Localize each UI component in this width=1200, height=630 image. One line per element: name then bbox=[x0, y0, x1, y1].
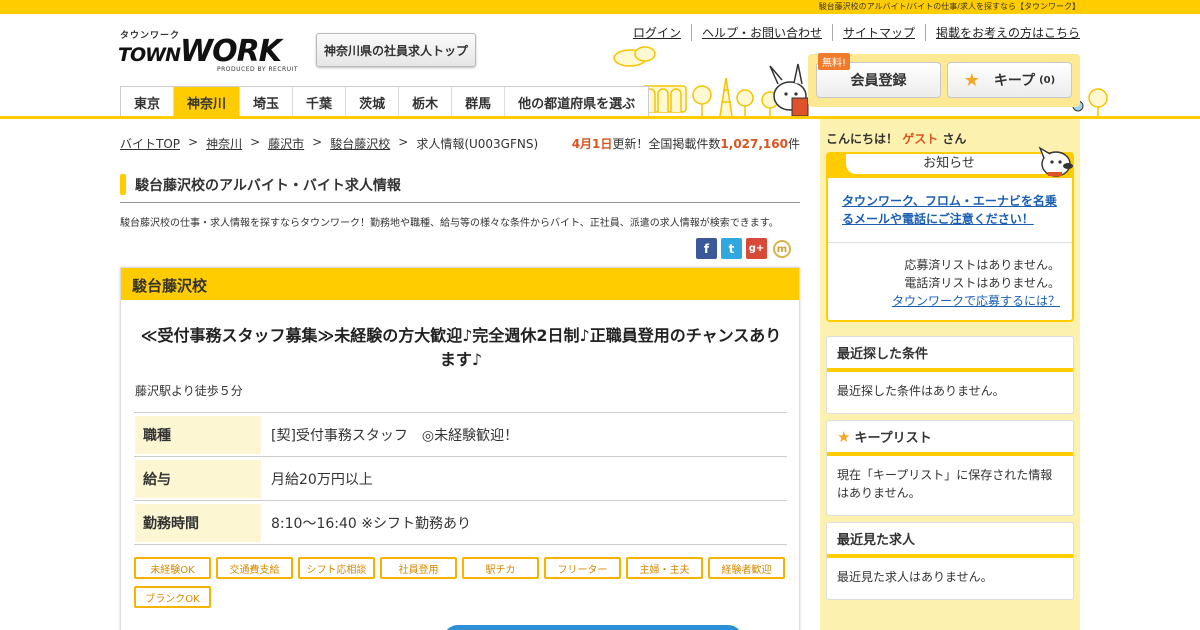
tag-badge: シフト応相談 bbox=[298, 557, 375, 579]
apply-button[interactable] bbox=[443, 625, 743, 630]
townwork-logo[interactable]: タウンワーク TOWNWORK PRODUCED BY RECRUIT bbox=[118, 28, 299, 76]
pref-company-top-button[interactable]: 神奈川県の社員求人トップ bbox=[316, 33, 476, 67]
update-info: 4月1日更新！全国掲載件数1,027,160件 bbox=[571, 137, 800, 151]
tag-badge: 社員登用 bbox=[380, 557, 457, 579]
heading-marker bbox=[120, 174, 126, 195]
keep-button[interactable]: ★ キープ (0) bbox=[947, 62, 1072, 98]
divider bbox=[828, 242, 1072, 243]
top-strip: 駿台藤沢校のアルバイト/バイトの仕事/求人を探すなら【タウンワーク】 bbox=[0, 0, 1200, 14]
keep-count: (0) bbox=[1039, 74, 1056, 86]
tag-badge: 主婦・主夫 bbox=[626, 557, 703, 579]
keep-list-header: ★ キープリスト bbox=[827, 421, 1073, 456]
breadcrumb-item[interactable]: バイトTOP bbox=[120, 135, 180, 152]
notice-link[interactable]: タウンワーク、フロム・エーナビを名乗るメールや電話にご注意ください！ bbox=[842, 192, 1066, 228]
advertise-link[interactable]: 掲載をお考えの方はこちら bbox=[924, 24, 1080, 41]
listing-count: 1,027,160 bbox=[720, 137, 788, 151]
table-row: 勤務時間 8:10～16:40 ※シフト勤務あり bbox=[134, 501, 787, 545]
page-heading: 駿台藤沢校のアルバイト・バイト求人情報 bbox=[120, 173, 800, 203]
breadcrumb-current: 求人情報(U003GFNS) bbox=[416, 137, 539, 151]
job-card-header: 駿台藤沢校 bbox=[121, 268, 799, 300]
guest-name: ゲスト bbox=[902, 132, 939, 146]
tab-gunma[interactable]: 群馬 bbox=[451, 87, 504, 117]
row-label: 職種 bbox=[135, 415, 261, 454]
job-tags: 未経験OK 交通費支給 シフト応相談 社員登用 駅チカ フリーター 主婦・主夫 … bbox=[134, 557, 794, 608]
tag-badge: フリーター bbox=[544, 557, 621, 579]
keep-list-body: 現在「キープリスト」に保存された情報はありません。 bbox=[837, 468, 1053, 500]
tab-ibaraki[interactable]: 茨城 bbox=[345, 87, 398, 117]
row-label: 給与 bbox=[135, 459, 261, 498]
breadcrumb-item[interactable]: 藤沢市 bbox=[268, 135, 304, 152]
tag-badge: 未経験OK bbox=[134, 557, 211, 579]
page-description: 駿台藤沢校の仕事・求人情報を探すならタウンワーク！勤務地や職種、給与等の様々な条… bbox=[120, 218, 779, 229]
star-icon: ★ bbox=[837, 427, 851, 446]
row-value: 8:10～16:40 ※シフト勤務あり bbox=[271, 515, 471, 532]
company-name[interactable]: 駿台藤沢校 bbox=[132, 275, 207, 296]
recent-search-box: 最近探した条件 最近探した条件はありません。 bbox=[826, 336, 1074, 414]
tab-other-prefectures[interactable]: 他の都道府県を選ぶ bbox=[504, 87, 648, 117]
job-title[interactable]: ≪受付事務スタッフ募集≫未経験の方大歓迎♪完全週休2日制♪正職員登用のチャンスあ… bbox=[135, 324, 787, 372]
tab-tokyo[interactable]: 東京 bbox=[121, 87, 173, 117]
applied-status: 応募済リストはありません。 bbox=[904, 258, 1060, 272]
recent-view-body: 最近見た求人はありません。 bbox=[837, 570, 993, 584]
row-value: [契]受付事務スタッフ ◎未経験歓迎！ bbox=[271, 427, 519, 444]
row-label: 勤務時間 bbox=[135, 503, 261, 542]
breadcrumb-item[interactable]: 神奈川 bbox=[206, 135, 242, 152]
greeting: こんにちは！ ゲスト さん bbox=[826, 132, 967, 146]
top-strip-text: 駿台藤沢校のアルバイト/バイトの仕事/求人を探すなら【タウンワーク】 bbox=[818, 2, 1080, 11]
notice-title: お知らせ bbox=[844, 154, 1054, 176]
recent-search-body: 最近探した条件はありません。 bbox=[837, 384, 1005, 398]
mascot-rabbit-icon bbox=[769, 63, 809, 117]
row-value: 月給20万円以上 bbox=[271, 471, 373, 488]
tab-saitama[interactable]: 埼玉 bbox=[239, 87, 292, 117]
free-badge: 無料! bbox=[818, 53, 851, 70]
tag-badge: 交通費支給 bbox=[216, 557, 293, 579]
tag-badge: ブランクOK bbox=[134, 586, 211, 608]
keep-label: キープ bbox=[993, 73, 1036, 89]
mascot-dog-icon bbox=[1038, 146, 1073, 177]
table-row: 給与 月給20万円以上 bbox=[134, 457, 787, 501]
login-link[interactable]: ログイン bbox=[623, 24, 691, 41]
recent-search-title: 最近探した条件 bbox=[827, 337, 1073, 372]
update-date: 4月1日 bbox=[571, 137, 613, 151]
star-icon: ★ bbox=[963, 69, 980, 91]
tag-badge: 経験者歓迎 bbox=[708, 557, 785, 579]
google-plus-icon[interactable]: g+ bbox=[746, 238, 767, 259]
logo-produced-by: PRODUCED BY RECRUIT bbox=[217, 66, 299, 73]
prefecture-tabs: 東京 神奈川 埼玉 千葉 茨城 栃木 群馬 他の都道府県を選ぶ bbox=[120, 86, 650, 117]
job-info-table: 職種 [契]受付事務スタッフ ◎未経験歓迎！ 給与 月給20万円以上 勤務時間 … bbox=[134, 412, 787, 545]
help-link[interactable]: ヘルプ・お問い合わせ bbox=[690, 24, 832, 41]
logo-wordmark: TOWNWORK bbox=[118, 34, 282, 69]
tab-tochigi[interactable]: 栃木 bbox=[398, 87, 451, 117]
utility-links: ログイン ヘルプ・お問い合わせ サイトマップ 掲載をお考えの方はこちら bbox=[623, 24, 1080, 41]
twitter-icon[interactable]: t bbox=[721, 238, 742, 259]
table-row: 職種 [契]受付事務スタッフ ◎未経験歓迎！ bbox=[134, 413, 787, 457]
called-status: 電話済リストはありません。 bbox=[904, 276, 1060, 290]
job-access: 藤沢駅より徒歩５分 bbox=[135, 384, 243, 398]
breadcrumb-item[interactable]: 駿台藤沢校 bbox=[330, 135, 390, 152]
tab-kanagawa[interactable]: 神奈川 bbox=[173, 87, 240, 117]
how-to-apply-link[interactable]: タウンワークで応募するには？ bbox=[892, 292, 1060, 310]
facebook-icon[interactable]: f bbox=[696, 238, 717, 259]
page-title: 駿台藤沢校のアルバイト・バイト求人情報 bbox=[135, 178, 401, 194]
sitemap-link[interactable]: サイトマップ bbox=[831, 24, 925, 41]
share-buttons: f t g+ m bbox=[696, 238, 791, 259]
recent-view-box: 最近見た求人 最近見た求人はありません。 bbox=[826, 522, 1074, 600]
notice-status: 応募済リストはありません。 電話済リストはありません。 タウンワークで応募するに… bbox=[892, 256, 1060, 310]
notice-box: お知らせ タウンワーク、フロム・エーナビを名乗るメールや電話にご注意ください！ … bbox=[826, 152, 1074, 322]
breadcrumb: バイトTOP > 神奈川 > 藤沢市 > 駿台藤沢校 > 求人情報(U003GFNS) bbox=[120, 135, 539, 152]
tag-badge: 駅チカ bbox=[462, 557, 539, 579]
mixi-icon[interactable]: m bbox=[773, 240, 791, 258]
keep-list-title: キープリスト bbox=[854, 431, 932, 446]
tab-chiba[interactable]: 千葉 bbox=[292, 87, 345, 117]
keep-list-box: ★ キープリスト 現在「キープリスト」に保存された情報はありません。 bbox=[826, 420, 1074, 516]
recent-view-title: 最近見た求人 bbox=[827, 523, 1073, 558]
job-card: 駿台藤沢校 ≪受付事務スタッフ募集≫未経験の方大歓迎♪完全週休2日制♪正職員登用… bbox=[120, 267, 800, 630]
